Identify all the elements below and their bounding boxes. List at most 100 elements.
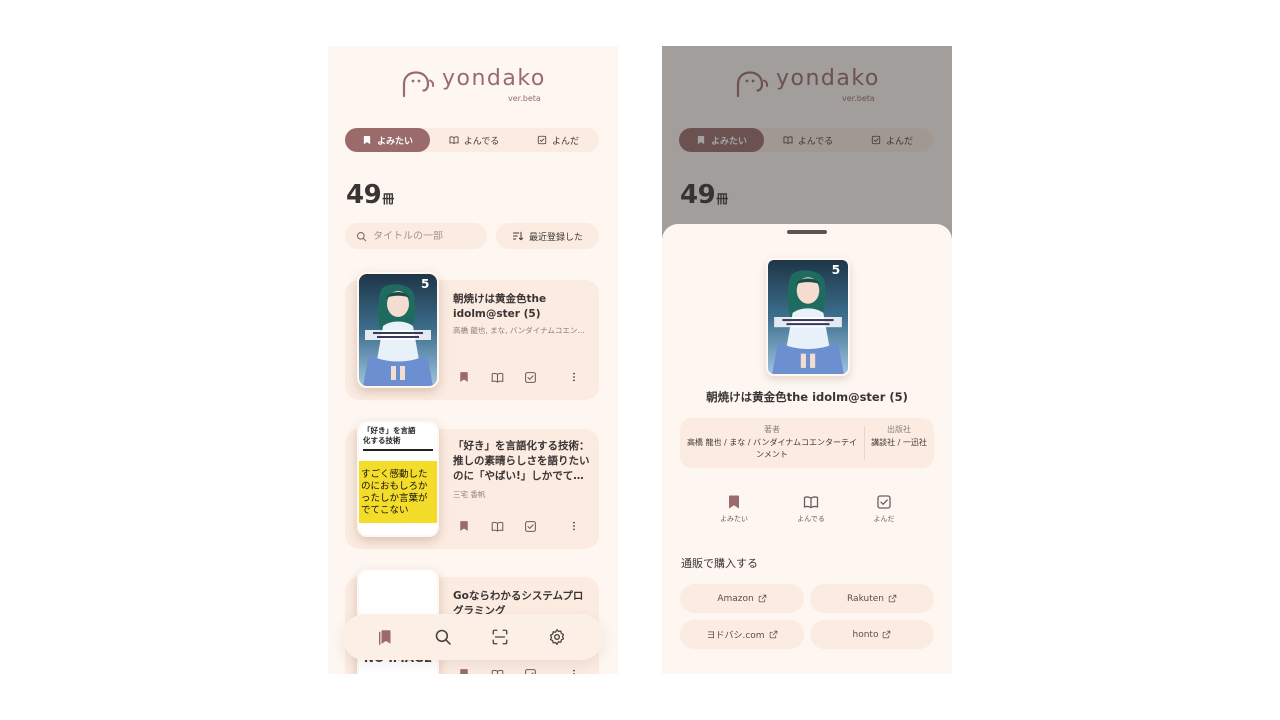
book-detail-sheet: 5 朝焼けは黄金色the idolm@ster (5) 著者 高橋 龍也 / ま… — [662, 224, 952, 674]
shop-label: Amazon — [717, 593, 754, 604]
reading-button[interactable] — [490, 519, 504, 533]
shop-yodobashi-button[interactable]: ヨドバシ.com — [680, 620, 804, 649]
status-yonderu-button[interactable]: よんでる — [781, 494, 841, 524]
search-input[interactable] — [373, 230, 473, 242]
book-cover-text[interactable]: 「好き」を言語化する技術 すごく感動したのにおもしろかったしか言葉がでてこない — [357, 421, 439, 537]
nav-settings[interactable] — [546, 626, 568, 648]
bookmark-button[interactable] — [457, 519, 471, 533]
bookmark-button[interactable] — [457, 667, 471, 674]
detail-title: 朝焼けは黄金色the idolm@ster (5) — [706, 390, 908, 404]
tab-label: よんでる — [463, 136, 500, 147]
bookmark-icon — [458, 668, 470, 674]
book-title: 「好き」を言語化する技術：推しの素晴らしさを語りたいのに「やばい!」しかでて… — [453, 440, 590, 482]
nav-scan[interactable] — [489, 626, 511, 648]
book-card[interactable]: 「好き」を言語化する技術 すごく感動したのにおもしろかったしか言葉がでてこない … — [345, 421, 599, 549]
anime-cover-art: 5 — [768, 260, 848, 374]
tab-yomitai[interactable]: よみたい — [345, 128, 430, 152]
more-button[interactable] — [567, 370, 581, 384]
author-label: 著者 — [764, 425, 780, 434]
cover-main-text: すごく感動したのにおもしろかったしか言葉がでてこない — [361, 469, 428, 516]
card-actions — [457, 519, 585, 533]
external-link-icon — [758, 594, 767, 603]
sort-button[interactable]: 最近登録した — [496, 223, 599, 249]
open-book-icon — [491, 668, 504, 675]
status-yomitai-button[interactable]: よみたい — [704, 494, 764, 524]
book-count: 49冊 — [346, 180, 394, 210]
check-square-icon — [524, 668, 537, 675]
more-icon — [568, 371, 580, 383]
shop-rakuten-button[interactable]: Rakuten — [810, 584, 934, 613]
search-icon — [356, 231, 367, 242]
status-label: よみたい — [720, 515, 748, 523]
external-link-icon — [769, 630, 778, 639]
tab-label: よんだ — [551, 136, 579, 147]
cover-volume-number: 5 — [421, 277, 429, 291]
status-label: よんだ — [873, 515, 895, 523]
reading-button[interactable] — [490, 370, 504, 384]
book-cover-anime[interactable]: 5 — [357, 272, 439, 388]
open-book-icon — [491, 371, 504, 384]
card-actions — [457, 667, 585, 674]
more-button[interactable] — [567, 519, 581, 533]
search-box — [345, 223, 487, 249]
status-label: よんでる — [797, 515, 825, 523]
bookmark-button[interactable] — [457, 370, 471, 384]
book-author: 高橋 龍也, まな, バンダイナムコエン… — [453, 326, 585, 335]
more-icon — [568, 520, 580, 532]
info-divider — [864, 426, 865, 460]
status-buttons: よみたい よんでる よんだ — [662, 494, 952, 534]
anime-cover-art: 5 — [359, 274, 437, 386]
sort-icon — [512, 230, 524, 242]
book-title: 朝焼けは黄金色the idolm@ster (5) — [453, 293, 547, 320]
nav-library[interactable] — [375, 626, 397, 648]
read-button[interactable] — [523, 519, 537, 533]
publisher-label: 出版社 — [887, 425, 911, 434]
bookmark-icon — [726, 494, 742, 510]
external-link-icon — [888, 594, 897, 603]
status-yonda-button[interactable]: よんだ — [854, 494, 914, 524]
nav-search[interactable] — [432, 626, 454, 648]
author-value: 高橋 龍也 / まな / バンダイナムコエンターテインメント — [686, 438, 858, 459]
cover-top-text: 「好き」を言語化する技術 — [363, 426, 416, 445]
yondako-logo-icon — [400, 70, 436, 98]
shop-label: Rakuten — [847, 593, 884, 604]
card-actions — [457, 370, 585, 384]
sort-label: 最近登録した — [528, 232, 583, 243]
check-square-icon — [524, 520, 537, 533]
external-link-icon — [882, 630, 891, 639]
publisher-value: 講談社 / 一迅社 — [871, 438, 927, 447]
scan-icon — [491, 628, 509, 646]
more-icon — [568, 668, 580, 674]
version-label: ver.beta — [508, 94, 541, 103]
bookmark-icon — [458, 520, 470, 532]
check-square-icon — [524, 371, 537, 384]
app-logo: yondako ver.beta — [328, 66, 618, 110]
tab-yonda[interactable]: よんだ — [517, 128, 599, 152]
detail-cover: 5 — [766, 258, 850, 376]
settings-icon — [548, 628, 566, 646]
cover-rule — [363, 449, 433, 451]
bookmark-icon — [458, 371, 470, 383]
more-button[interactable] — [567, 667, 581, 674]
shop-amazon-button[interactable]: Amazon — [680, 584, 804, 613]
read-button[interactable] — [523, 370, 537, 384]
shop-label: ヨドバシ.com — [706, 631, 765, 641]
cover-volume-number: 5 — [832, 263, 841, 277]
shop-honto-button[interactable]: honto — [810, 620, 934, 649]
check-square-icon — [537, 135, 547, 145]
check-square-icon — [876, 494, 892, 510]
search-icon — [434, 628, 452, 646]
book-author: 三宅 香帆 — [453, 490, 486, 499]
tab-label: よみたい — [376, 136, 413, 147]
tab-yonderu[interactable]: よんでる — [433, 128, 515, 152]
sheet-drag-handle[interactable] — [787, 230, 827, 234]
shop-label: honto — [852, 629, 879, 640]
read-button[interactable] — [523, 667, 537, 674]
book-info-box: 著者 高橋 龍也 / まな / バンダイナムコエンターテインメント 出版社 講談… — [680, 418, 934, 468]
status-tabs: よみたい よんでる よんだ — [345, 128, 599, 152]
book-card[interactable]: 5 朝焼けは黄金色the idolm@ster (5) 高橋 龍也, まな, バ… — [345, 272, 599, 400]
reading-button[interactable] — [490, 667, 504, 674]
book-count-number: 49 — [346, 180, 382, 210]
library-screen: yondako ver.beta よみたい よんでる よんだ 49冊 最近登録し… — [328, 46, 618, 674]
open-book-icon — [803, 494, 819, 510]
